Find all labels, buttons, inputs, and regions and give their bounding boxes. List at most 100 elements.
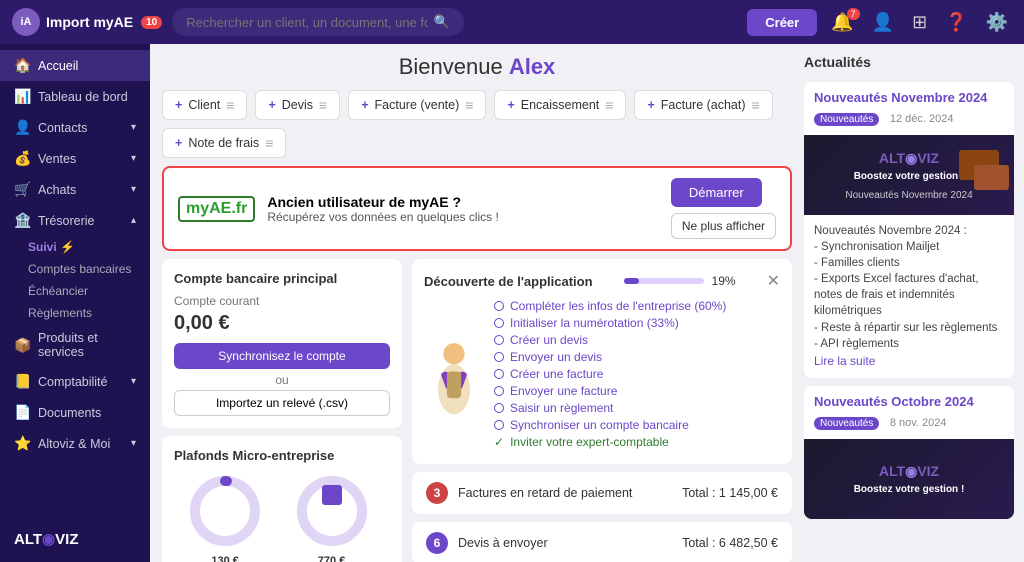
left-column: Compte bancaire principal Compte courant… — [162, 259, 402, 562]
btn-client[interactable]: + Client ≡ — [162, 90, 247, 120]
sidebar-item-accueil[interactable]: 🏠 Accueil — [0, 50, 150, 81]
compta-icon: 📒 — [14, 373, 30, 390]
news-card-0[interactable]: Nouveautés Novembre 2024 Nouveautés 12 d… — [804, 82, 1014, 378]
sidebar-item-suivi[interactable]: Suivi ⚡ — [0, 236, 150, 258]
alert-factures[interactable]: 3 Factures en retard de paiement Total :… — [412, 472, 792, 514]
plafond-produits-amount: 130 € — [180, 555, 271, 562]
task-item-3[interactable]: Envoyer un devis — [494, 350, 780, 364]
banner-text: Ancien utilisateur de myAE ? Récupérez v… — [267, 194, 658, 224]
chevron-down-icon-compta: ▾ — [131, 376, 136, 387]
alert-devis[interactable]: 6 Devis à envoyer Total : 6 482,50 € — [412, 522, 792, 562]
sidebar-item-comptabilite[interactable]: 📒 Comptabilité ▾ — [0, 366, 150, 397]
news-card-0-title: Nouveautés Novembre 2024 — [814, 90, 1004, 105]
btn-devis[interactable]: + Devis ≡ — [255, 90, 340, 120]
plafonds-card: Plafonds Micro-entreprise 130 € sur 188 … — [162, 436, 402, 562]
import-button[interactable]: Importez un relevé (.csv) — [174, 390, 390, 416]
btn-encaissement[interactable]: + Encaissement ≡ — [494, 90, 626, 120]
task-item-2[interactable]: Créer un devis — [494, 333, 780, 347]
discovery-close-button[interactable]: ✕ — [767, 271, 780, 291]
help-icon[interactable]: ❓ — [941, 12, 971, 33]
news-title: Actualités — [804, 54, 1014, 70]
task-item-0[interactable]: Compléter les infos de l'entreprise (60%… — [494, 299, 780, 313]
ventes-icon: 💰 — [14, 150, 30, 167]
img-boxes — [909, 135, 1014, 215]
right-column: Découverte de l'application 19% ✕ — [412, 259, 792, 562]
ou-text: ou — [174, 373, 390, 387]
task-item-4[interactable]: Créer une facture — [494, 367, 780, 381]
news-link-0[interactable]: Lire la suite — [814, 354, 875, 368]
sidebar-label-contacts: Contacts — [38, 121, 87, 135]
discovery-progress: 19% — [624, 274, 736, 288]
sidebar-label-achats: Achats — [38, 183, 76, 197]
alert-badge-devis: 6 — [426, 532, 448, 554]
myae-banner: myAE.fr Ancien utilisateur de myAE ? Réc… — [162, 166, 792, 251]
two-col-layout: Compte bancaire principal Compte courant… — [162, 259, 792, 562]
btn-note-frais[interactable]: + Note de frais ≡ — [162, 128, 286, 158]
compte-bancaire-card: Compte bancaire principal Compte courant… — [162, 259, 402, 428]
sidebar-item-documents[interactable]: 📄 Documents — [0, 397, 150, 428]
altoviz-bottom-logo: ALT◉VIZ — [14, 530, 78, 548]
neplusafficher-button[interactable]: Ne plus afficher — [671, 213, 776, 239]
achats-icon: 🛒 — [14, 181, 30, 198]
welcome-title: Bienvenue Alex — [162, 54, 792, 80]
search-icon: 🔍 — [434, 14, 450, 30]
task-circle-6 — [494, 403, 504, 413]
progress-pct: 19% — [712, 274, 736, 288]
sidebar-item-altoviz[interactable]: ⭐ Altoviz & Moi ▾ — [0, 428, 150, 459]
sync-button[interactable]: Synchronisez le compte — [174, 343, 390, 369]
task-item-7[interactable]: Synchroniser un compte bancaire — [494, 418, 780, 432]
banner-actions: Démarrer Ne plus afficher — [671, 178, 776, 239]
logo-icon: iA — [12, 8, 40, 36]
chevron-down-icon-achats: ▾ — [131, 184, 136, 195]
chevron-up-icon: ▴ — [131, 215, 136, 226]
task-item-5[interactable]: Envoyer une facture — [494, 384, 780, 398]
task-item-1[interactable]: Initialiser la numérotation (33%) — [494, 316, 780, 330]
sidebar-item-tableau[interactable]: 📊 Tableau de bord — [0, 81, 150, 112]
news-column: Actualités Nouveautés Novembre 2024 Nouv… — [804, 44, 1024, 562]
creer-button[interactable]: Créer — [747, 9, 817, 36]
news-date-1: 8 nov. 2024 — [890, 417, 947, 429]
task-circle-0 — [494, 301, 504, 311]
compte-card-title: Compte bancaire principal — [174, 271, 390, 286]
news-card-1[interactable]: Nouveautés Octobre 2024 Nouveautés 8 nov… — [804, 386, 1014, 519]
sidebar-item-achats[interactable]: 🛒 Achats ▾ — [0, 174, 150, 205]
progress-bar-fill — [624, 278, 639, 284]
notifications-icon[interactable]: 🔔 7 — [827, 12, 857, 33]
sidebar-label-accueil: Accueil — [38, 59, 78, 73]
sidebar-label-documents: Documents — [38, 406, 101, 420]
task-item-8[interactable]: ✓ Inviter votre expert-comptable — [494, 435, 780, 449]
task-check-8: ✓ — [494, 435, 504, 449]
chevron-down-icon-ventes: ▾ — [131, 153, 136, 164]
sidebar-item-produits[interactable]: 📦 Produits et services — [0, 324, 150, 366]
sidebar-item-reglements[interactable]: Règlements — [0, 302, 150, 324]
dashboard-icon: 📊 — [14, 88, 30, 105]
settings-icon[interactable]: ⚙️ — [982, 12, 1012, 33]
btn-facture-achat[interactable]: + Facture (achat) ≡ — [634, 90, 772, 120]
profile-icon[interactable]: 👤 — [868, 12, 898, 33]
sidebar-item-ventes[interactable]: 💰 Ventes ▾ — [0, 143, 150, 174]
sidebar-item-echeancier[interactable]: Échéancier — [0, 280, 150, 302]
notif-badge: 7 — [847, 8, 860, 20]
task-item-6[interactable]: Saisir un règlement — [494, 401, 780, 415]
discovery-illustration — [424, 299, 484, 452]
home-icon: 🏠 — [14, 57, 30, 74]
sidebar-item-tresorerie[interactable]: 🏦 Trésorerie ▴ — [0, 205, 150, 236]
compte-amount: 0,00 € — [174, 312, 390, 335]
sidebar-item-comptes[interactable]: Comptes bancaires — [0, 258, 150, 280]
news-badge-0: Nouveautés — [814, 113, 879, 126]
search-input[interactable] — [186, 15, 427, 30]
sidebar-item-contacts[interactable]: 👤 Contacts ▾ — [0, 112, 150, 143]
task-circle-4 — [494, 369, 504, 379]
quick-actions: + Client ≡ + Devis ≡ + Facture (vente) ≡… — [162, 90, 792, 158]
app-badge: 10 — [141, 16, 162, 29]
search-bar[interactable]: 🔍 — [172, 8, 464, 36]
news-badge-1: Nouveautés — [814, 417, 879, 430]
news-card-0-header: Nouveautés Novembre 2024 Nouveautés 12 d… — [804, 82, 1014, 135]
demarrer-button[interactable]: Démarrer — [671, 178, 762, 207]
task-circle-2 — [494, 335, 504, 345]
grid-icon[interactable]: ⊞ — [908, 12, 931, 33]
btn-facture-vente[interactable]: + Facture (vente) ≡ — [348, 90, 486, 120]
tresorerie-icon: 🏦 — [14, 212, 30, 229]
myae-logo-text: myAE.fr — [186, 200, 247, 217]
alert-label-factures: Factures en retard de paiement — [458, 486, 672, 500]
